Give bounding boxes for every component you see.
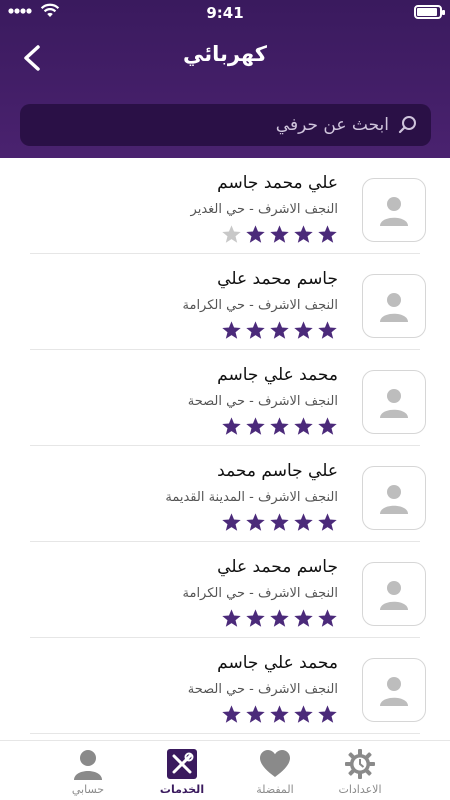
star-filled-icon [246,609,265,627]
user-placeholder-icon [380,293,408,322]
list-item[interactable]: محمد علي جاسم النجف الاشرف - حي الصحة [30,350,426,446]
avatar [362,562,426,626]
user-placeholder-icon [380,677,408,706]
avatar [362,370,426,434]
star-filled-icon [222,705,241,723]
tab-label: حسابي [71,783,105,796]
avatar [362,466,426,530]
user-placeholder-icon [380,485,408,514]
search-icon [398,116,416,134]
star-filled-icon [270,705,289,723]
user-placeholder-icon [380,389,408,418]
tab-account[interactable]: حسابي [43,747,133,796]
rating-stars [191,224,338,245]
search-input[interactable] [32,115,389,135]
star-filled-icon [270,321,289,339]
star-filled-icon [294,321,313,339]
avatar [362,658,426,722]
star-filled-icon [246,513,265,531]
tab-label: الاعدادات [338,783,382,796]
star-filled-icon [318,609,337,627]
craftsman-name: علي جاسم محمد [217,461,338,481]
page-title: كهربائي [182,42,268,66]
item-info: جاسم محمد علي النجف الاشرف - حي الكرامة [183,554,338,629]
craftsman-name: محمد علي جاسم [217,365,338,385]
craftsman-address: النجف الاشرف - حي الغدير [190,202,338,217]
star-filled-icon [318,705,337,723]
item-info: علي جاسم محمد النجف الاشرف - المدينة الق… [165,458,338,533]
star-filled-icon [318,417,337,435]
gear-icon [345,749,375,779]
tab-services[interactable]: الخدمات [137,747,227,796]
rating-stars [183,320,338,341]
item-info: محمد علي جاسم النجف الاشرف - حي الصحة [188,650,338,725]
star-filled-icon [246,417,265,435]
star-filled-icon [246,705,265,723]
status-bar: 9:41 [0,0,450,26]
star-filled-icon [270,609,289,627]
craftsman-address: النجف الاشرف - المدينة القديمة [165,490,338,505]
craftsmen-list: علي محمد جاسم النجف الاشرف - حي الغدير ج… [0,158,450,740]
star-filled-icon [294,705,313,723]
battery-icon [414,5,445,19]
avatar [362,274,426,338]
star-filled-icon [246,225,265,243]
item-info: جاسم محمد علي النجف الاشرف - حي الكرامة [183,266,338,341]
star-filled-icon [318,225,337,243]
user-icon [74,750,102,780]
tab-bar: الاعدادات المفضلة الخدمات حسابي [0,740,450,800]
star-filled-icon [318,513,337,531]
star-filled-icon [294,513,313,531]
craftsman-name: علي محمد جاسم [217,173,338,193]
heart-icon [260,750,290,777]
tools-icon [167,749,197,779]
craftsman-name: جاسم محمد علي [217,269,338,289]
star-filled-icon [318,321,337,339]
list-item[interactable]: جاسم محمد علي النجف الاشرف - حي الكرامة [30,542,426,638]
rating-stars [188,416,338,437]
star-filled-icon [294,609,313,627]
user-placeholder-icon [380,581,408,610]
craftsman-address: النجف الاشرف - حي الصحة [187,682,338,697]
user-placeholder-icon [380,197,408,226]
star-filled-icon [222,609,241,627]
craftsman-address: النجف الاشرف - حي الصحة [187,394,338,409]
craftsman-address: النجف الاشرف - حي الكرامة [182,298,338,313]
tab-label: الخدمات [159,783,205,796]
tab-settings[interactable]: الاعدادات [315,747,405,796]
rating-stars [183,608,338,629]
battery-level [417,8,437,16]
star-filled-icon [270,417,289,435]
star-filled-icon [246,321,265,339]
item-info: محمد علي جاسم النجف الاشرف - حي الصحة [188,362,338,437]
star-filled-icon [294,417,313,435]
rating-stars [188,704,338,725]
tab-favorites[interactable]: المفضلة [230,747,320,796]
tab-label: المفضلة [256,783,294,796]
app-header: 9:41 كهربائي [0,0,450,158]
star-filled-icon [222,321,241,339]
star-empty-icon [222,225,241,243]
star-filled-icon [294,225,313,243]
star-filled-icon [222,513,241,531]
item-info: علي محمد جاسم النجف الاشرف - حي الغدير [191,170,338,245]
status-time: 9:41 [206,4,244,22]
list-item[interactable]: محمد علي جاسم النجف الاشرف - حي الصحة [30,638,426,734]
avatar [362,178,426,242]
list-item[interactable]: علي جاسم محمد النجف الاشرف - المدينة الق… [30,446,426,542]
list-item[interactable]: جاسم محمد علي النجف الاشرف - حي الكرامة [30,254,426,350]
craftsman-name: محمد علي جاسم [217,653,338,673]
rating-stars [165,512,338,533]
list-item[interactable]: علي محمد جاسم النجف الاشرف - حي الغدير [30,158,426,254]
search-bar[interactable] [20,104,431,146]
craftsman-address: النجف الاشرف - حي الكرامة [182,586,338,601]
star-filled-icon [270,225,289,243]
star-filled-icon [270,513,289,531]
craftsman-name: جاسم محمد علي [217,557,338,577]
star-filled-icon [222,417,241,435]
